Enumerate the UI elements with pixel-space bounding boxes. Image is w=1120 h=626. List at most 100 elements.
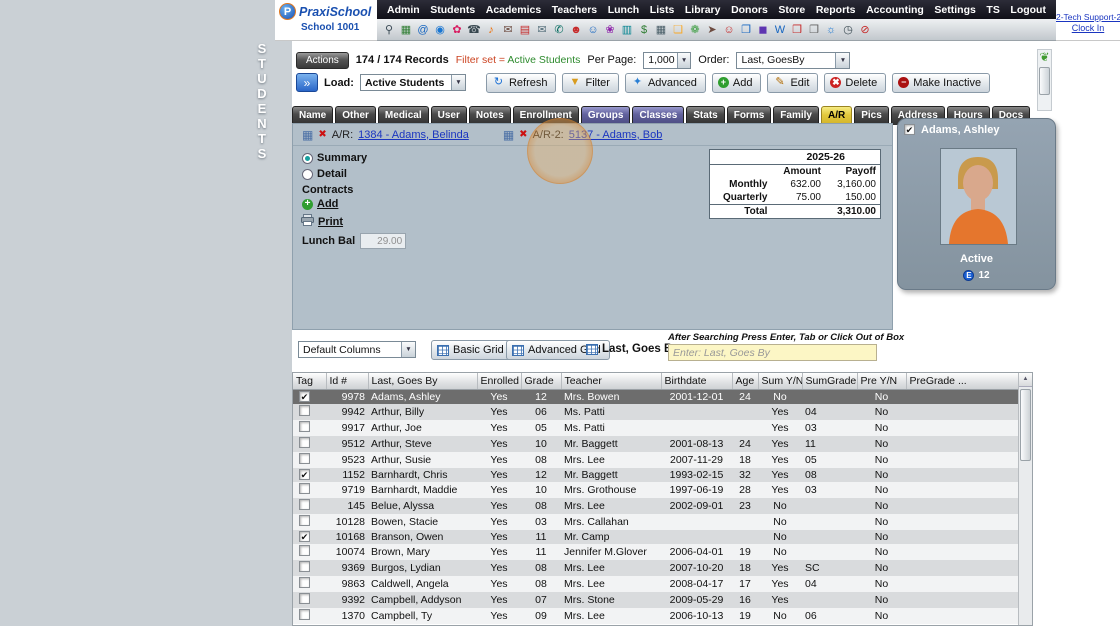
menu-item-logout[interactable]: Logout: [1010, 4, 1046, 16]
column-header-last-goes-by[interactable]: Last, Goes By: [368, 373, 478, 390]
column-header-age[interactable]: Age: [732, 373, 759, 390]
globe2-icon[interactable]: ☼: [823, 22, 839, 38]
tag-checkbox[interactable]: [299, 577, 310, 588]
expand-button[interactable]: »: [296, 73, 318, 92]
actions-button[interactable]: Actions: [296, 51, 349, 69]
table-row[interactable]: 1370 Campbell, Ty Yes 09 Mrs. Lee 2006-10-13 1…: [293, 608, 1019, 624]
ledger-icon[interactable]: ▦: [302, 128, 313, 142]
menu-item-donors[interactable]: Donors: [731, 4, 768, 16]
table-row[interactable]: 9942 Arthur, Billy Yes 06 Ms. Patti Yes 04 No: [293, 404, 1019, 420]
message-icon[interactable]: ✆: [551, 22, 567, 38]
ar2-link[interactable]: 5137 - Adams, Bob: [569, 129, 663, 141]
contract-add-link[interactable]: + Add: [302, 198, 338, 210]
columns-select[interactable]: Default Columns ▼: [298, 341, 416, 358]
table-row[interactable]: 9917 Arthur, Joe Yes 05 Ms. Patti Yes 03 No: [293, 420, 1019, 436]
table-row[interactable]: 9523 Arthur, Susie Yes 08 Mrs. Lee 2007-11-29…: [293, 452, 1019, 468]
panel-scrollbar-thumb[interactable]: [1039, 67, 1050, 95]
scroll-up-icon[interactable]: ▲: [1019, 373, 1032, 387]
make-inactive-button[interactable]: − Make Inactive: [892, 72, 991, 93]
ledger-icon[interactable]: ▦: [503, 128, 514, 142]
per-page-select[interactable]: 1,000 ▼: [643, 51, 692, 69]
remove-icon[interactable]: ✖: [318, 129, 326, 140]
column-header-birthdate[interactable]: Birthdate: [661, 373, 733, 390]
edit-button[interactable]: ✎ Edit: [767, 72, 819, 93]
clock-icon[interactable]: ◷: [840, 22, 856, 38]
person-red-icon[interactable]: ☺: [721, 22, 737, 38]
basic-grid-button[interactable]: Basic Grid: [431, 340, 513, 360]
word-doc-icon[interactable]: W: [772, 22, 788, 38]
summary-radio[interactable]: [302, 152, 313, 164]
tag-checkbox[interactable]: [299, 545, 310, 556]
table-row[interactable]: ✔ 10168 Branson, Owen Yes 11 Mr. Camp No No: [293, 530, 1019, 544]
table-row[interactable]: 9719 Barnhardt, Maddie Yes 10 Mrs. Grothouse…: [293, 482, 1019, 498]
tag-checkbox[interactable]: [299, 405, 310, 416]
table-row[interactable]: 10128 Bowen, Stacie Yes 03 Mrs. Callahan No No: [293, 514, 1019, 530]
tech-support-link[interactable]: 2-Tech Support-2 (s5): [1056, 12, 1120, 22]
table-row[interactable]: 9392 Campbell, Addyson Yes 07 Mrs. Stone 2009…: [293, 592, 1019, 608]
menu-item-accounting[interactable]: Accounting: [866, 4, 924, 16]
people-red-icon[interactable]: ☻: [568, 22, 584, 38]
logo[interactable]: P PraxiSchool School 1001: [275, 0, 377, 41]
tag-checkbox[interactable]: [299, 421, 310, 432]
table-row[interactable]: 9369 Burgos, Lydian Yes 08 Mrs. Lee 2007-10-2…: [293, 560, 1019, 576]
clock-in-link[interactable]: Clock In: [1056, 23, 1120, 33]
menu-item-settings[interactable]: Settings: [934, 4, 975, 16]
menu-item-teachers[interactable]: Teachers: [552, 4, 597, 16]
table-row[interactable]: ✔ 1152 Barnhardt, Chris Yes 12 Mr. Baggett 199…: [293, 468, 1019, 482]
column-header-grade[interactable]: Grade: [521, 373, 562, 390]
menu-item-students[interactable]: Students: [430, 4, 475, 16]
money-icon[interactable]: $: [636, 22, 652, 38]
menu-item-reports[interactable]: Reports: [816, 4, 856, 16]
column-header-enrolled[interactable]: Enrolled: [477, 373, 522, 390]
tag-checkbox[interactable]: [299, 437, 310, 448]
remove-icon[interactable]: ✖: [519, 129, 527, 140]
calendar-icon[interactable]: ▦: [398, 22, 414, 38]
delivery-icon[interactable]: ➤: [704, 22, 720, 38]
table-row[interactable]: 9512 Arthur, Steve Yes 10 Mr. Baggett 2001-08…: [293, 436, 1019, 452]
table-row[interactable]: ✔ 9978 Adams, Ashley Yes 12 Mrs. Bowen 2001-12…: [293, 389, 1019, 404]
calculator-icon[interactable]: ▦: [653, 22, 669, 38]
envelope-icon[interactable]: ✉: [500, 22, 516, 38]
column-header-pregrade[interactable]: PreGrade ...: [906, 373, 1020, 390]
detail-radio[interactable]: [302, 168, 313, 180]
email-at-icon[interactable]: @: [415, 22, 431, 38]
detail-option[interactable]: Detail: [302, 168, 347, 180]
menu-item-academics[interactable]: Academics: [486, 4, 541, 16]
filter-button[interactable]: ▼ Filter: [562, 72, 619, 93]
column-header-id[interactable]: Id #: [326, 373, 369, 390]
tag-checkbox[interactable]: ✔: [299, 531, 310, 542]
tag-checkbox[interactable]: [299, 593, 310, 604]
column-header-tag[interactable]: Tag: [293, 373, 327, 390]
panel-scrollbar[interactable]: ❦: [1037, 49, 1052, 111]
chart-icon[interactable]: ▥: [619, 22, 635, 38]
tag-checkbox[interactable]: [299, 561, 310, 572]
tag-checkbox[interactable]: [299, 515, 310, 526]
order-select[interactable]: Last, GoesBy ▼: [736, 51, 851, 69]
phone-icon[interactable]: ☎: [466, 22, 482, 38]
menu-item-lunch[interactable]: Lunch: [608, 4, 640, 16]
lunch-bal-input[interactable]: [360, 233, 407, 249]
column-header-sumgrade[interactable]: SumGrade...: [802, 373, 858, 390]
menu-item-ts[interactable]: TS: [986, 4, 999, 16]
schedule-icon[interactable]: ▤: [517, 22, 533, 38]
column-header-sum-y-n[interactable]: Sum Y/N: [758, 373, 803, 390]
table-row[interactable]: 10074 Brown, Mary Yes 11 Jennifer M.Glover 20…: [293, 544, 1019, 560]
load-select[interactable]: Active Students ▼: [359, 74, 466, 91]
summary-option[interactable]: Summary: [302, 152, 367, 164]
disk-icon[interactable]: ◼: [755, 22, 771, 38]
table-scrollbar[interactable]: ▲: [1018, 373, 1032, 625]
mail2-icon[interactable]: ✉: [534, 22, 550, 38]
scrollbar-thumb[interactable]: [1020, 389, 1031, 461]
add-button[interactable]: + Add: [711, 72, 762, 93]
printer-small-icon[interactable]: ❐: [806, 22, 822, 38]
print-link[interactable]: Print: [301, 214, 343, 229]
menu-item-admin[interactable]: Admin: [387, 4, 420, 16]
folder-icon[interactable]: ❏: [670, 22, 686, 38]
tag-checkbox[interactable]: [299, 483, 310, 494]
speaker-icon[interactable]: ♪: [483, 22, 499, 38]
power-icon[interactable]: ⊘: [857, 22, 873, 38]
tag-checkbox[interactable]: [299, 453, 310, 464]
menu-item-store[interactable]: Store: [778, 4, 805, 16]
table-row[interactable]: 145 Belue, Alyssa Yes 08 Mrs. Lee 2002-09-01 2…: [293, 498, 1019, 514]
ar1-link[interactable]: 1384 - Adams, Belinda: [358, 129, 469, 141]
